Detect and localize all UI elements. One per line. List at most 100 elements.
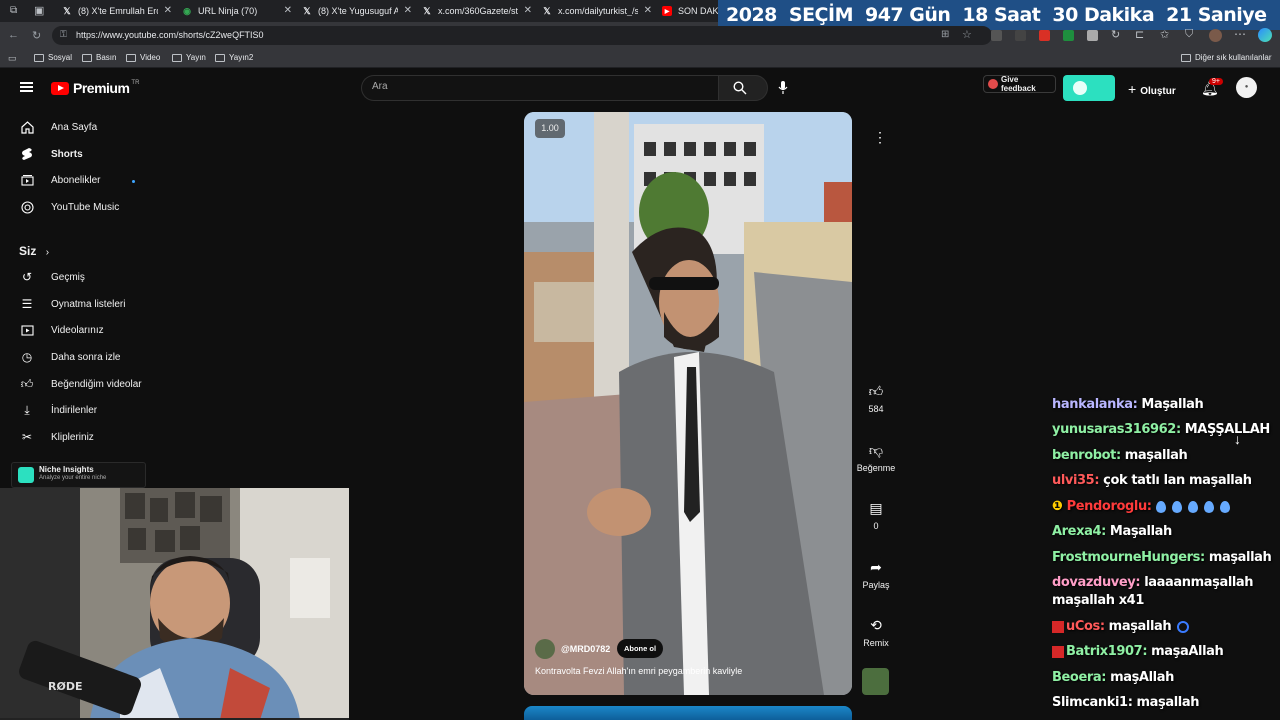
browser-tab-2[interactable]: ◉ URL Ninja (70) ✕ [176, 0, 296, 22]
extension-icon[interactable] [1087, 30, 1098, 41]
split-view-icon[interactable]: ⊏ [1135, 28, 1144, 41]
extension-icon[interactable] [1015, 30, 1026, 41]
more-options-icon[interactable]: ⋮ [873, 130, 887, 144]
sidebar-item-downloads[interactable]: ⤓ İndirilenler [20, 400, 97, 420]
sound-thumbnail[interactable] [862, 668, 889, 695]
bookmark-label: Video [140, 53, 161, 62]
chat-username: FrostmourneHungers: [1052, 550, 1205, 565]
sidebar-item-history[interactable]: ↺ Geçmiş [20, 267, 85, 287]
browser-tab-1[interactable]: 𝕏 (8) X'te Emrullah Erdin ✕ [56, 0, 176, 22]
chat-text: maşAllah [1110, 670, 1174, 685]
menu-icon[interactable] [20, 82, 33, 92]
favorites-icon[interactable]: ✩ [1160, 28, 1169, 41]
channel-handle[interactable]: @MRD0782 [561, 644, 610, 654]
profile-avatar[interactable] [1209, 29, 1222, 42]
bookmark-folder-video[interactable]: Video [126, 53, 160, 62]
extension-icon[interactable] [991, 30, 1002, 41]
sidebar-item-your-videos[interactable]: Videolarınız [20, 320, 104, 340]
close-tab-icon[interactable]: ✕ [284, 5, 292, 16]
url-text[interactable]: https://www.youtube.com/shorts/cZ2weQFTI… [76, 30, 264, 40]
comments-button[interactable]: ▤ 0 [856, 500, 896, 531]
search-icon [733, 81, 747, 95]
folder-icon [172, 53, 182, 62]
playback-speed-badge[interactable]: 1.00 [535, 119, 565, 138]
feedback-icon [988, 79, 998, 89]
browser-tab-3[interactable]: 𝕏 (8) X'te Yugusuguf Arş ✕ [296, 0, 416, 22]
chat-message: Slimcanki1: maşallah [1052, 695, 1199, 710]
bookmark-folder-sosyal[interactable]: Sosyal [34, 53, 72, 62]
bookmark-star-icon[interactable]: ☆ [962, 28, 972, 41]
close-tab-icon[interactable]: ✕ [524, 5, 532, 16]
sidebar-item-playlists[interactable]: ☰ Oynatma listeleri [20, 294, 126, 314]
search-button[interactable] [718, 75, 768, 101]
browser-tab-6[interactable]: ▶ SON DAKİK [656, 0, 718, 22]
account-avatar[interactable]: ● [1236, 77, 1257, 98]
browser-tab-5[interactable]: 𝕏 x.com/dailyturkist_/sta ✕ [536, 0, 656, 22]
sidebar-item-shorts[interactable]: Shorts [20, 144, 83, 164]
install-app-icon[interactable]: ⊞ [941, 29, 949, 40]
your-videos-icon [20, 323, 34, 337]
bookmark-folder-yayin2[interactable]: Yayın2 [215, 53, 253, 62]
copilot-icon[interactable] [1258, 28, 1272, 42]
niche-insights-logo [18, 467, 34, 483]
chat-username: Batrix1907: [1066, 644, 1148, 659]
bookmark-apps-icon[interactable]: ▭ [8, 53, 17, 64]
shield-icon[interactable]: ⛉ [1185, 28, 1193, 41]
sidebar-item-liked-videos[interactable]: 👍︎ Beğendiğim videolar [20, 374, 142, 394]
sidebar-item-watch-later[interactable]: ◷ Daha sonra izle [20, 347, 121, 367]
remix-button[interactable]: ⟲ Remix [856, 617, 896, 648]
search-input[interactable] [361, 75, 718, 101]
refresh-ext-icon[interactable]: ↻ [1111, 28, 1120, 41]
emote-icon [1177, 620, 1190, 633]
extension-icon[interactable] [1039, 30, 1050, 41]
next-short-preview[interactable] [524, 706, 852, 720]
microphone-icon[interactable] [778, 80, 788, 95]
download-icon: ⤓ [24, 402, 30, 417]
sidebar-item-label: Geçmiş [51, 271, 85, 283]
close-tab-icon[interactable]: ✕ [644, 5, 652, 16]
dislike-button[interactable]: 👎︎ Beğenme [856, 442, 896, 473]
sidebar-section-you[interactable]: Siz › [19, 244, 49, 258]
site-info-icon[interactable]: ⚿ [60, 29, 67, 40]
folder-icon [1181, 53, 1191, 62]
shorts-video-player[interactable] [524, 112, 852, 695]
bookmark-folder-other[interactable]: Diğer sık kullanılanlar [1181, 53, 1271, 62]
share-button[interactable]: ➦ Paylaş [856, 559, 896, 590]
sidebar-item-clips[interactable]: ✂ Klipleriniz [20, 427, 94, 447]
sidebar-item-label: Shorts [51, 148, 83, 160]
give-feedback-button[interactable]: Give feedback [983, 75, 1056, 93]
chat-message: ❶ Pendoroglu: [1052, 499, 1236, 514]
subscribe-button[interactable]: Abone ol [617, 639, 663, 658]
create-button[interactable]: + Oluştur [1128, 81, 1176, 97]
extension-icon[interactable] [1063, 30, 1074, 41]
close-tab-icon[interactable]: ✕ [404, 5, 412, 16]
bookmark-label: Sosyal [48, 53, 73, 62]
close-tab-icon[interactable]: ✕ [164, 5, 172, 16]
short-title[interactable]: Kontravolta Fevzi Allah'ın emri peygambe… [535, 666, 742, 676]
thumbs-up-icon: 👍︎ [868, 383, 884, 399]
niche-insights-toolbar-button[interactable] [1063, 75, 1115, 101]
youtube-premium-logo[interactable]: Premium TR [51, 80, 139, 96]
sidebar-item-home[interactable]: Ana Sayfa [20, 117, 97, 137]
sidebar-item-youtube-music[interactable]: YouTube Music [20, 197, 119, 217]
back-icon[interactable]: ← [8, 29, 19, 41]
emote-icon [1219, 500, 1230, 513]
bookmark-folder-basin[interactable]: Basın [82, 53, 116, 62]
channel-avatar[interactable] [535, 639, 555, 659]
reload-icon[interactable]: ↻ [32, 29, 41, 42]
chat-username: benrobot: [1052, 448, 1121, 463]
sidebar-item-label: YouTube Music [51, 201, 120, 213]
like-button[interactable]: 👍︎ 584 [856, 383, 896, 414]
browser-tab-4[interactable]: 𝕏 x.com/360Gazete/stat ✕ [416, 0, 536, 22]
sidebar-item-subscriptions[interactable]: Abonelikler [20, 170, 100, 190]
workspaces-icon[interactable]: ⧉ [10, 5, 17, 16]
tab-actions-icon[interactable]: ▣ [34, 4, 44, 17]
logo-region: TR [131, 80, 140, 86]
more-menu-icon[interactable]: ⋯ [1234, 27, 1246, 41]
chat-message: Arexa4: Maşallah [1052, 524, 1172, 539]
chat-message: Batrix1907: maşaAllah [1052, 644, 1224, 659]
folder-icon [215, 53, 225, 62]
bookmark-folder-yayin[interactable]: Yayın [172, 53, 206, 62]
chat-message: benrobot: maşallah [1052, 448, 1188, 463]
chat-message: maşallah x41 [1052, 593, 1144, 608]
